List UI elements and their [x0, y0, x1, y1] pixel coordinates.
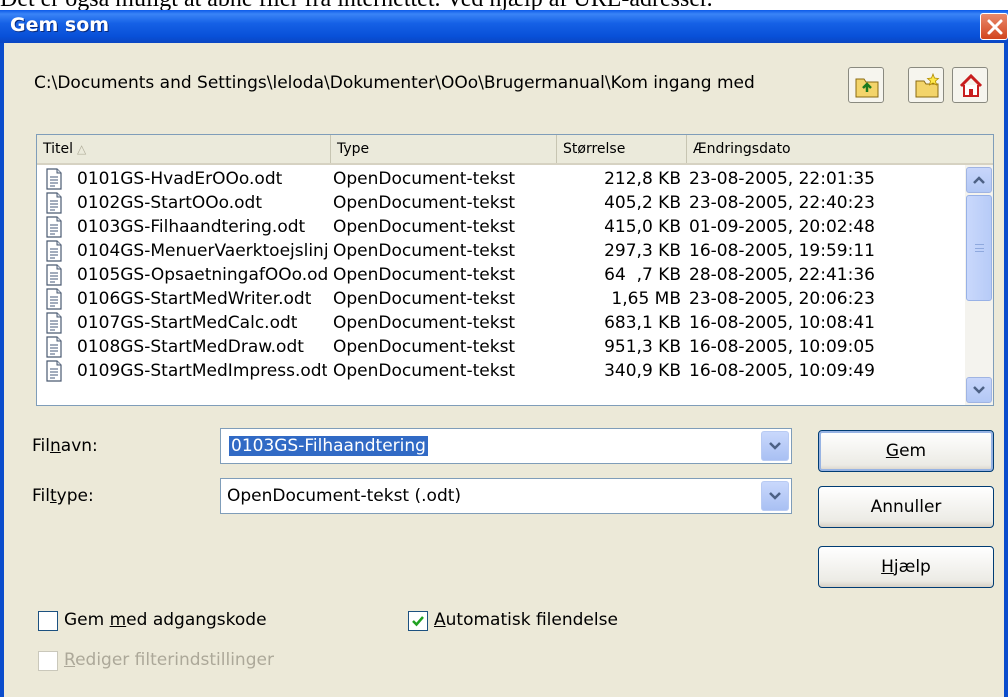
home-button[interactable]	[952, 67, 988, 103]
file-type: OpenDocument-tekst	[333, 193, 516, 213]
table-row[interactable]: 0109GS-StartMedImpress.odt OpenDocument-t…	[37, 359, 965, 383]
chevron-down-icon	[973, 386, 985, 394]
new-folder-button[interactable]	[908, 67, 944, 103]
file-size: 212,8 KB	[604, 169, 681, 189]
file-size: 1,65 MB	[611, 289, 681, 309]
table-row[interactable]: 0104GS-MenuerVaerktoejslinjer.odt OpenDoc…	[37, 239, 965, 263]
file-date: 23-08-2005, 20:06:23	[689, 289, 875, 309]
chevron-down-icon	[769, 492, 781, 500]
filename-input[interactable]: 0103GS-Filhaandtering	[229, 436, 428, 456]
file-type: OpenDocument-tekst	[333, 241, 516, 261]
folder-up-icon	[855, 78, 879, 98]
help-button[interactable]: Hjælp	[818, 546, 994, 588]
file-size: 951,3 KB	[604, 337, 681, 357]
new-folder-icon	[915, 73, 940, 98]
filter-settings-checkbox-label: Rediger filterindstillinger	[64, 650, 274, 670]
file-list[interactable]: Titel △ Type Størrelse Ændringsdato 0101G…	[36, 134, 994, 406]
current-path: C:\Documents and Settings\leloda\Dokumen…	[34, 73, 755, 93]
password-checkbox-label[interactable]: Gem med adgangskode	[64, 610, 267, 630]
file-name: 0102GS-StartOOo.odt	[77, 193, 263, 213]
file-name: 0104GS-MenuerVaerktoejslinjer.odt	[77, 241, 327, 261]
file-name: 0109GS-StartMedImpress.odt	[77, 361, 327, 381]
cancel-button[interactable]: Annuller	[818, 486, 994, 528]
file-date: 28-08-2005, 22:41:36	[689, 265, 875, 285]
file-name: 0108GS-StartMedDraw.odt	[77, 337, 304, 357]
file-date: 01-09-2005, 20:02:48	[689, 217, 875, 237]
table-row[interactable]: 0103GS-Filhaandtering.odt OpenDocument-te…	[37, 215, 965, 239]
table-row[interactable]: 0105GS-OpsaetningafOOo.odt OpenDocument-t…	[37, 263, 965, 287]
file-type: OpenDocument-tekst	[333, 337, 516, 357]
table-row[interactable]: 0107GS-StartMedCalc.odt OpenDocument-teks…	[37, 311, 965, 335]
file-name: 0106GS-StartMedWriter.odt	[77, 289, 312, 309]
file-type: OpenDocument-tekst	[333, 217, 516, 237]
grip-icon	[975, 244, 984, 252]
title-bar[interactable]: Gem som	[0, 10, 1008, 43]
file-date: 16-08-2005, 19:59:11	[689, 241, 875, 261]
table-row[interactable]: 0101GS-HvadErOOo.odt OpenDocument-tekst 21…	[37, 167, 965, 191]
file-name: 0105GS-OpsaetningafOOo.odt	[77, 265, 327, 285]
chevron-up-icon	[973, 176, 985, 184]
table-row[interactable]: 0106GS-StartMedWriter.odt OpenDocument-te…	[37, 287, 965, 311]
document-icon	[43, 360, 65, 387]
filetype-value: OpenDocument-tekst (.odt)	[227, 486, 462, 506]
filename-label: Filnavn:	[32, 436, 98, 456]
close-button[interactable]	[980, 13, 1008, 40]
auto-extension-checkbox[interactable]	[408, 611, 428, 631]
file-date: 16-08-2005, 10:08:41	[689, 313, 875, 333]
column-header-size[interactable]: Størrelse	[557, 135, 687, 163]
filename-dropdown-button[interactable]	[761, 431, 789, 461]
file-size: 683,1 KB	[604, 313, 681, 333]
table-row[interactable]: 0102GS-StartOOo.odt OpenDocument-tekst 405…	[37, 191, 965, 215]
file-list-header: Titel △ Type Størrelse Ændringsdato	[37, 135, 993, 165]
sort-ascending-icon: △	[77, 142, 87, 156]
table-row[interactable]: 0108GS-StartMedDraw.odt OpenDocument-teks…	[37, 335, 965, 359]
scroll-down-button[interactable]	[966, 377, 992, 403]
file-type: OpenDocument-tekst	[333, 289, 516, 309]
filter-settings-checkbox	[38, 651, 58, 671]
scroll-thumb[interactable]	[966, 195, 992, 301]
scroll-up-button[interactable]	[966, 167, 992, 193]
filetype-select[interactable]: OpenDocument-tekst (.odt)	[220, 478, 792, 514]
file-size: 64 ,7 KB	[604, 265, 681, 285]
file-type: OpenDocument-tekst	[333, 361, 516, 381]
file-size: 340,9 KB	[604, 361, 681, 381]
save-button[interactable]: Gem	[818, 430, 994, 472]
checkmark-icon	[412, 616, 424, 627]
home-icon	[959, 73, 983, 97]
file-name: 0107GS-StartMedCalc.odt	[77, 313, 298, 333]
file-rows: 0101GS-HvadErOOo.odt OpenDocument-tekst 21…	[37, 167, 965, 405]
file-type: OpenDocument-tekst	[333, 313, 516, 333]
file-size: 405,2 KB	[604, 193, 681, 213]
file-type: OpenDocument-tekst	[333, 265, 516, 285]
file-date: 23-08-2005, 22:01:35	[689, 169, 875, 189]
column-header-type[interactable]: Type	[331, 135, 557, 163]
file-date: 16-08-2005, 10:09:05	[689, 337, 875, 357]
file-size: 297,3 KB	[604, 241, 681, 261]
vertical-scrollbar[interactable]	[965, 165, 993, 405]
filename-combobox[interactable]: 0103GS-Filhaandtering	[220, 428, 792, 464]
window-title: Gem som	[10, 14, 110, 36]
filetype-dropdown-button[interactable]	[761, 481, 789, 511]
file-date: 16-08-2005, 10:09:49	[689, 361, 875, 381]
file-type: OpenDocument-tekst	[333, 169, 516, 189]
close-icon	[987, 19, 1003, 35]
file-date: 23-08-2005, 22:40:23	[689, 193, 875, 213]
chevron-down-icon	[769, 442, 781, 450]
file-name: 0103GS-Filhaandtering.odt	[77, 217, 306, 237]
file-name: 0101GS-HvadErOOo.odt	[77, 169, 283, 189]
column-header-title[interactable]: Titel △	[37, 135, 331, 163]
column-header-date[interactable]: Ændringsdato	[687, 135, 993, 163]
auto-extension-checkbox-label[interactable]: Automatisk filendelse	[434, 610, 618, 630]
password-checkbox[interactable]	[38, 611, 58, 631]
file-size: 415,0 KB	[604, 217, 681, 237]
filetype-label: Filtype:	[32, 486, 94, 506]
folder-up-button[interactable]	[848, 67, 884, 103]
